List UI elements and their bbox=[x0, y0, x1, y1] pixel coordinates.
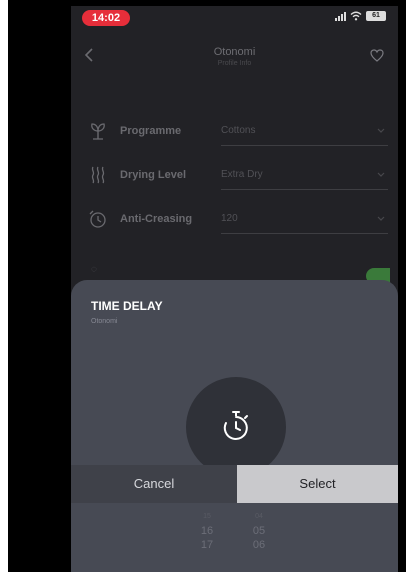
setting-label: Programme bbox=[120, 125, 182, 137]
setting-row-drying-level[interactable]: Drying Level Extra Dry bbox=[71, 154, 398, 198]
stopwatch-icon bbox=[223, 411, 248, 440]
setting-value: Cottons bbox=[221, 125, 256, 136]
picker-option[interactable]: 16 bbox=[187, 524, 227, 538]
page-subtitle: Profile Info bbox=[217, 60, 252, 67]
setting-row-programme[interactable]: Programme Cottons bbox=[71, 110, 398, 154]
wifi-icon bbox=[350, 11, 362, 21]
setting-label: Drying Level bbox=[120, 169, 187, 181]
field-underline bbox=[221, 189, 388, 190]
time-picker[interactable]: 15 16 17 04 05 06 bbox=[71, 510, 398, 572]
field-underline bbox=[221, 145, 388, 146]
hour-wheel[interactable]: 15 16 17 bbox=[187, 510, 227, 552]
picker-option[interactable]: 04 bbox=[239, 510, 279, 524]
picker-option[interactable]: 15 bbox=[187, 510, 227, 524]
status-icons: 61 bbox=[335, 11, 386, 21]
field-underline bbox=[221, 233, 388, 234]
setting-label: Anti-Creasing bbox=[120, 213, 193, 225]
setting-value: 120 bbox=[221, 213, 238, 224]
picker-option[interactable]: 17 bbox=[187, 538, 227, 552]
chevron-down-icon bbox=[377, 216, 385, 221]
app-header: Otonomi Profile Info bbox=[71, 32, 398, 76]
minute-wheel[interactable]: 04 05 06 bbox=[239, 510, 279, 552]
page-title: Otonomi bbox=[213, 46, 256, 58]
plant-icon bbox=[91, 123, 105, 140]
setting-value: Extra Dry bbox=[221, 169, 263, 180]
status-bar: 14:02 61 bbox=[71, 6, 398, 30]
setting-row-icon-hidden: ◌ bbox=[91, 264, 97, 275]
setting-row-anti-creasing[interactable]: Anti-Creasing 120 bbox=[71, 198, 398, 242]
timer-rotate-icon bbox=[89, 210, 106, 228]
signal-icon bbox=[335, 11, 346, 21]
phone-frame: 14:02 61 Otonomi Profile Info Programme … bbox=[8, 0, 406, 572]
heat-waves-icon bbox=[91, 166, 105, 184]
picker-option[interactable]: 06 bbox=[239, 538, 279, 552]
chevron-down-icon bbox=[377, 172, 385, 177]
status-time: 14:02 bbox=[82, 10, 130, 26]
heart-icon[interactable] bbox=[370, 49, 384, 62]
timer-badge bbox=[186, 377, 286, 477]
battery-icon: 61 bbox=[366, 11, 386, 21]
picker-option[interactable]: 05 bbox=[239, 524, 279, 538]
time-delay-sheet: TIME DELAY Otonomi Cancel Select 15 16 1… bbox=[71, 280, 398, 572]
select-button[interactable]: Select bbox=[237, 465, 398, 503]
sheet-actions: Cancel Select bbox=[71, 465, 398, 503]
chevron-down-icon bbox=[377, 128, 385, 133]
cancel-button[interactable]: Cancel bbox=[71, 465, 237, 503]
sheet-subtitle: Otonomi bbox=[91, 318, 118, 325]
app-screen: 14:02 61 Otonomi Profile Info Programme … bbox=[71, 6, 398, 572]
sheet-title: TIME DELAY bbox=[91, 299, 163, 313]
